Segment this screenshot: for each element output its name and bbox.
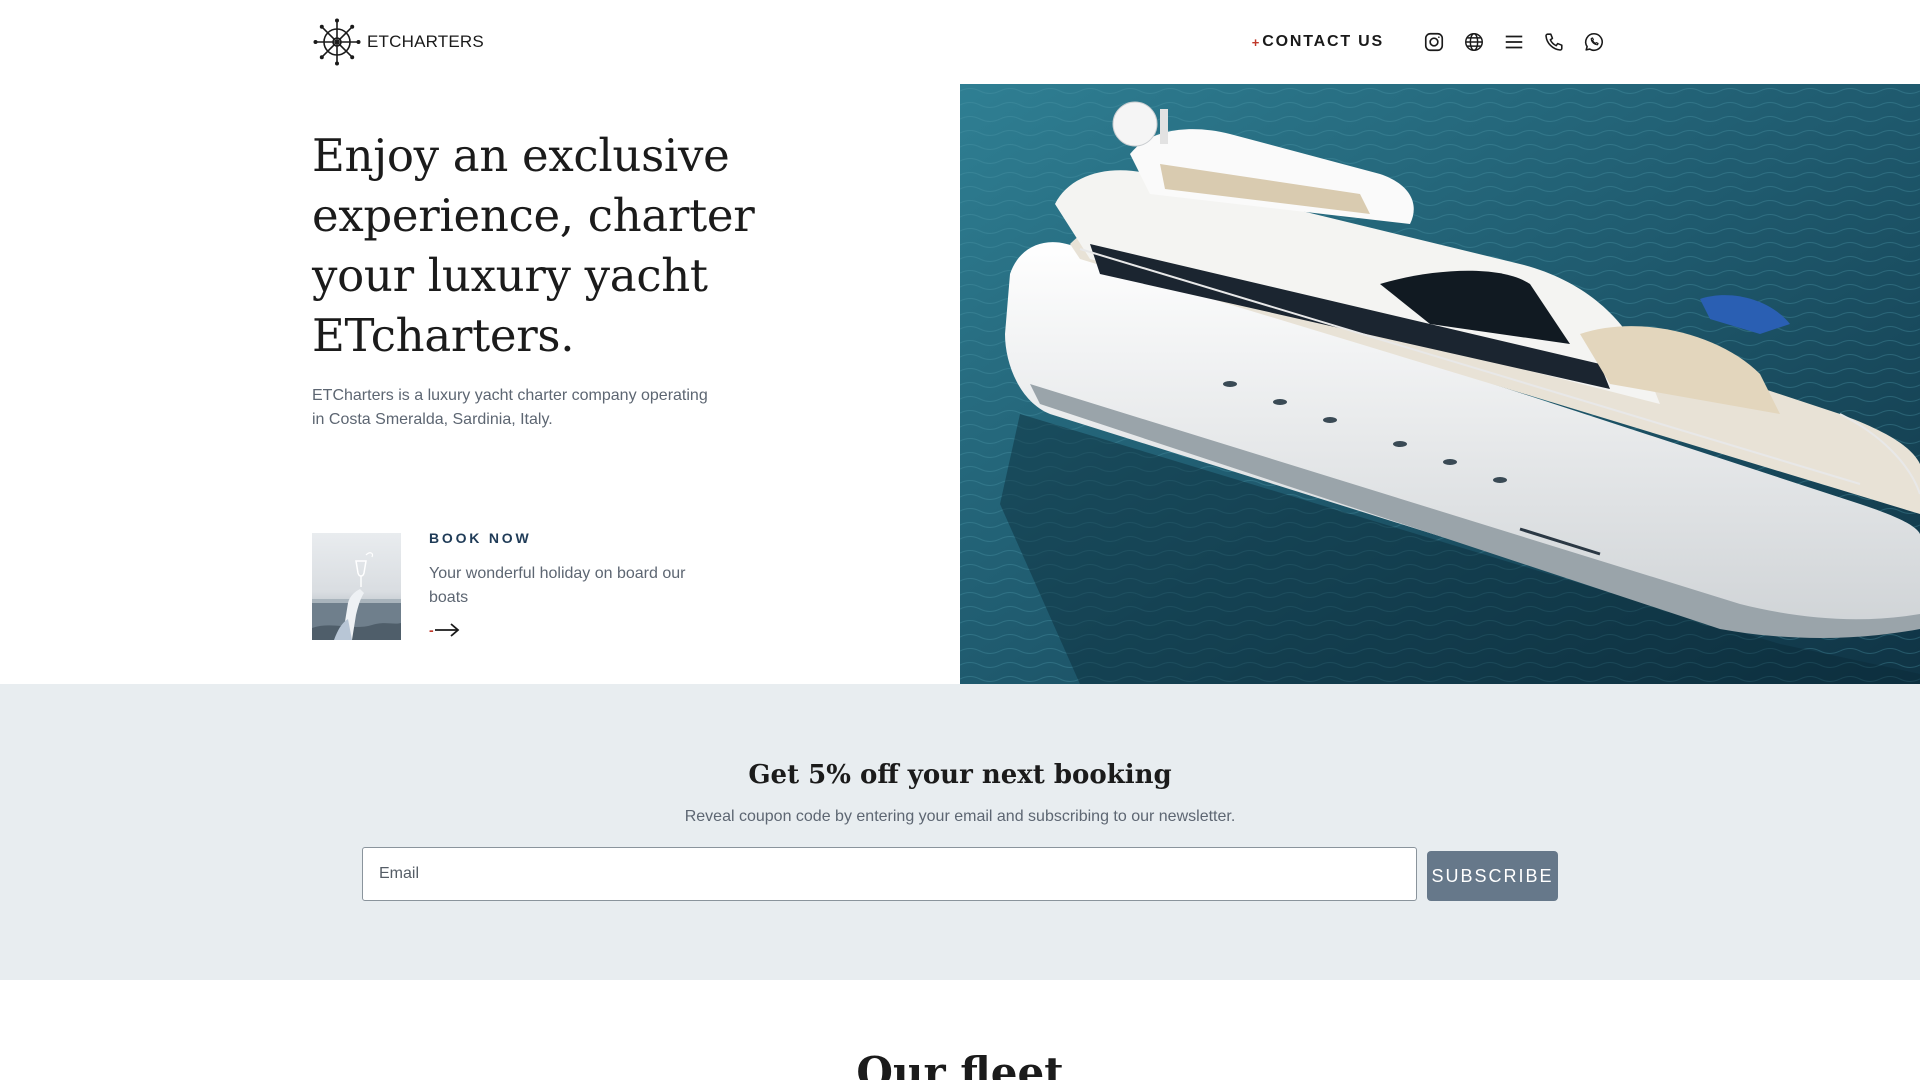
ship-wheel-icon [313,18,361,66]
newsletter-title: Get 5% off your next booking [748,760,1172,790]
hero-yacht-image [960,84,1920,684]
contact-us-label: CONTACT US [1262,33,1384,50]
hero-title: Enjoy an exclusive experience, charter y… [312,129,755,362]
instagram-icon[interactable] [1414,22,1454,62]
phone-icon[interactable] [1534,22,1574,62]
email-input[interactable] [362,847,1417,901]
contact-plus-mark: + [1251,34,1260,50]
newsletter-subtitle: Reveal coupon code by entering your emai… [684,808,1236,825]
logo-text: ETCHARTERS [367,32,484,51]
whatsapp-icon[interactable] [1574,22,1614,62]
hero-description: ETCharters is a luxury yacht charter com… [312,387,708,428]
fleet-title: Our fleet [856,1048,1064,1080]
book-now-link[interactable]: BOOK NOW [429,530,532,546]
site-header: ETCHARTERS + CONTACT US [0,0,1920,84]
hero-text-section: Enjoy an exclusive experience, charter y… [312,84,962,684]
arrow-right-icon [434,623,460,637]
header-nav: + CONTACT US [1252,20,1614,64]
contact-us-link[interactable]: + CONTACT US [1252,33,1384,51]
book-now-arrow[interactable]: - [429,620,463,640]
globe-icon[interactable] [1454,22,1494,62]
book-now-text: Your wonderful holiday on board our boat… [429,565,686,606]
newsletter-section: Get 5% off your next booking Reveal coup… [0,684,1920,980]
subscribe-button[interactable]: SUBSCRIBE [1427,851,1558,901]
book-now-card: BOOK NOW Your wonderful holiday on board… [312,530,762,643]
site-logo[interactable]: ETCHARTERS [313,18,484,66]
menu-icon[interactable] [1494,22,1534,62]
book-now-thumbnail[interactable] [312,533,401,640]
